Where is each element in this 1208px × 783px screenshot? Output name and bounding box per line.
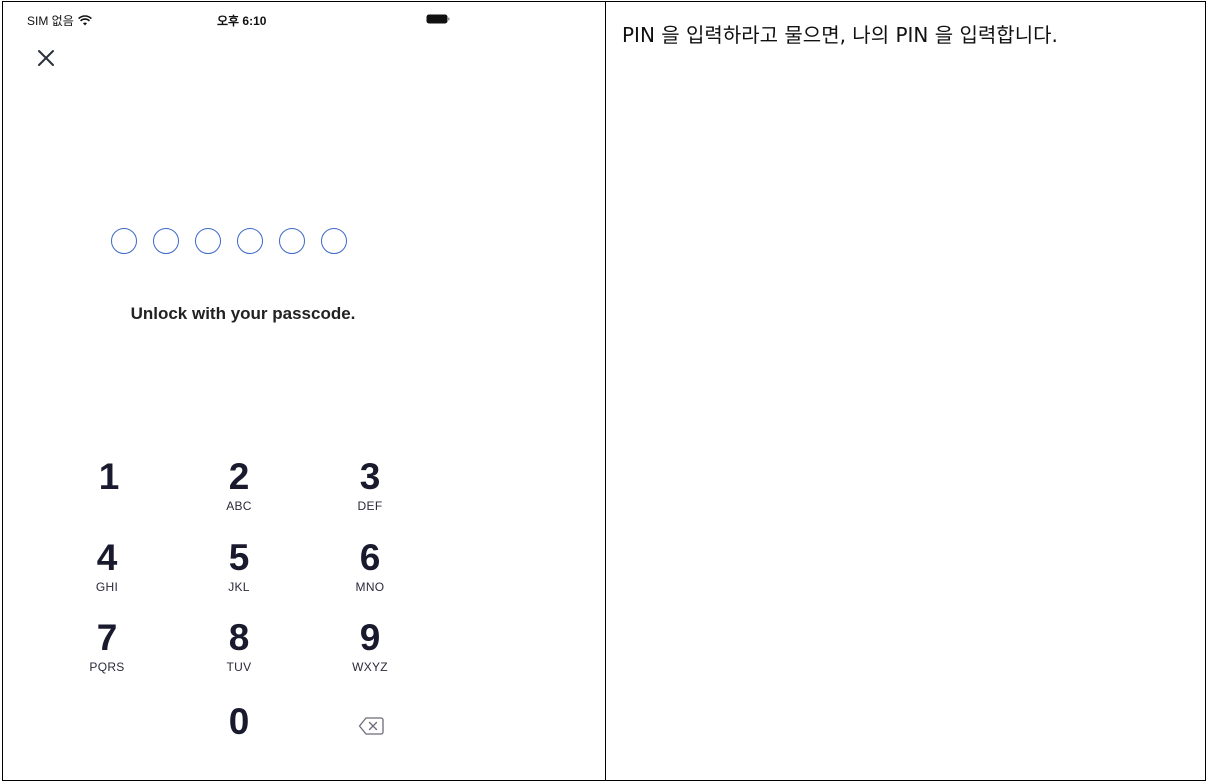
key-letters: WXYZ [352,660,388,674]
key-number: 6 [359,537,381,578]
key-number: 8 [228,617,250,658]
key-letters: JKL [228,580,250,594]
wifi-icon [77,15,92,26]
keypad-key-9[interactable]: 9 WXYZ [330,618,410,688]
passcode-dot [321,228,347,254]
key-letters: TUV [226,660,252,674]
close-icon[interactable] [35,47,57,69]
key-letters: DEF [357,499,383,513]
passcode-dots [111,228,347,254]
passcode-dot [195,228,221,254]
passcode-dot [153,228,179,254]
key-number: 2 [228,456,250,497]
backspace-icon[interactable] [358,716,384,736]
keypad-key-3[interactable]: 3 DEF [330,457,410,527]
passcode-prompt: Unlock with your passcode. [130,304,356,323]
carrier-status: SIM 없음 [27,12,92,29]
phone-screenshot: SIM 없음 오후 6:10 Unlock with your passcode… [3,2,605,780]
keypad-key-5[interactable]: 5 JKL [199,538,279,608]
instruction-text: PIN 을 입력하라고 물으면, 나의 PIN 을 입력합니다. [622,23,1058,47]
passcode-dot [279,228,305,254]
key-letters: PQRS [89,660,125,674]
key-number: 5 [228,537,250,578]
keypad-key-2[interactable]: 2 ABC [199,457,279,527]
keypad-key-8[interactable]: 8 TUV [199,618,279,688]
keypad-key-0[interactable]: 0 [199,702,279,772]
key-number: 4 [96,537,118,578]
key-letters: ABC [226,499,252,513]
status-time: 오후 6:10 [217,14,267,28]
key-number: 9 [359,617,381,658]
column-divider [605,1,606,781]
keypad-key-1[interactable]: 1 [69,457,149,527]
battery-icon [426,14,450,24]
key-letters: MNO [355,580,385,594]
carrier-label: SIM 없음 [27,14,74,28]
key-number: 1 [98,456,120,497]
key-number: 3 [359,456,381,497]
passcode-dot [111,228,137,254]
keypad-key-4[interactable]: 4 GHI [67,538,147,608]
keypad-key-7[interactable]: 7 PQRS [67,618,147,688]
passcode-dot [237,228,263,254]
status-bar: SIM 없음 오후 6:10 [3,2,605,32]
key-number: 7 [96,617,118,658]
key-number: 0 [228,701,250,742]
key-letters: GHI [95,580,119,594]
keypad-key-6[interactable]: 6 MNO [330,538,410,608]
